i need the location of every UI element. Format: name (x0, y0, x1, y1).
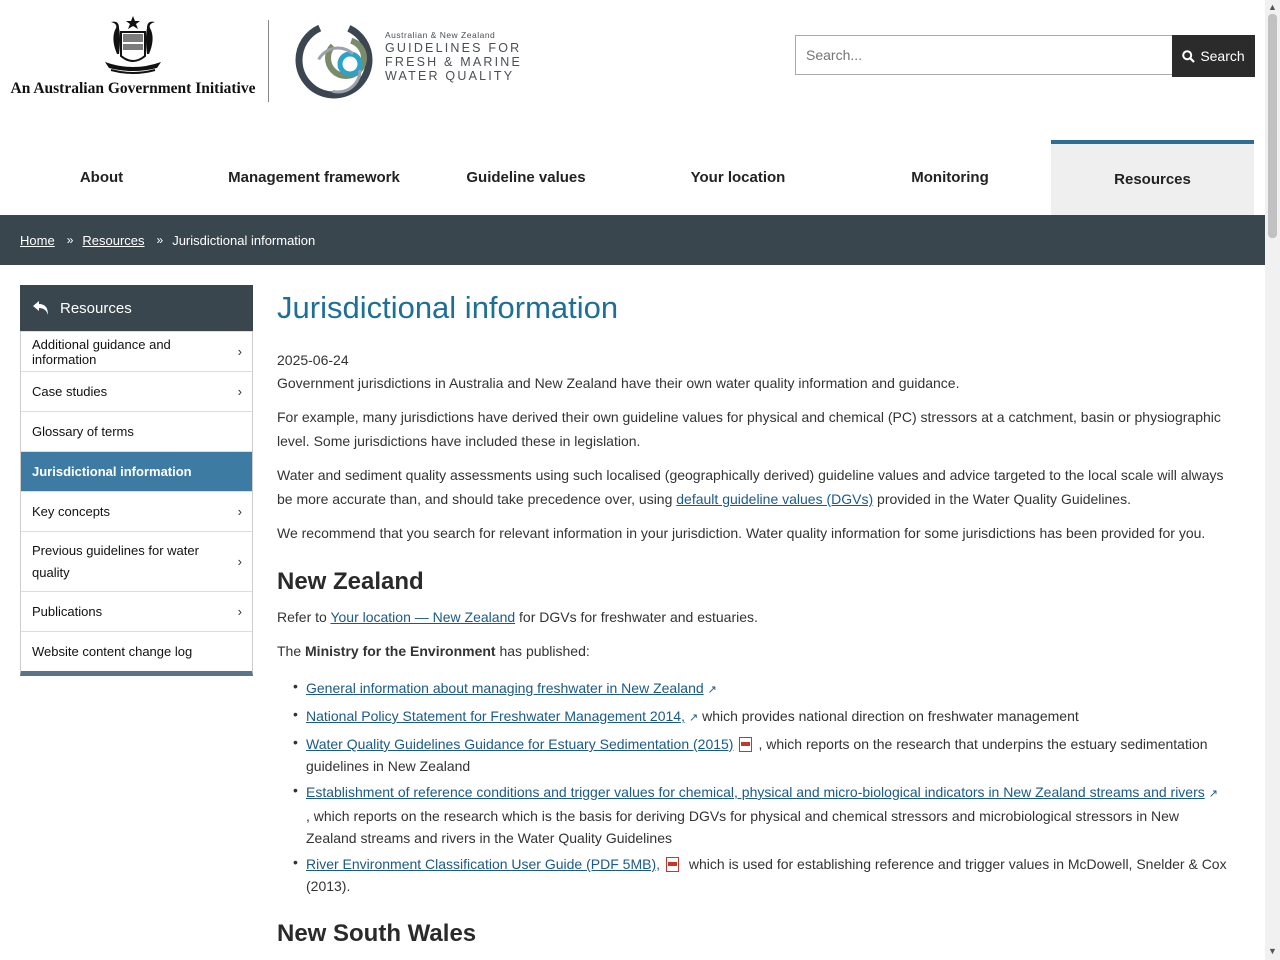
external-link-icon: ↗ (1208, 788, 1218, 800)
scroll-down-icon[interactable]: ▼ (1268, 946, 1277, 956)
text: , which reports on the research which is… (306, 808, 1180, 846)
breadcrumb: Home » Resources » Jurisdictional inform… (0, 215, 1265, 265)
search-form: Search (795, 35, 1255, 77)
list-item: General information about managing fresh… (293, 675, 1227, 701)
text: has published: (495, 643, 590, 659)
dgv-link[interactable]: default guideline values (DGVs) (676, 491, 873, 507)
sidebar-back-header[interactable]: Resources (20, 285, 253, 331)
logo-line-1: GUIDELINES FOR (385, 41, 522, 55)
header-divider (268, 20, 269, 102)
sidebar-item-label: Additional guidance and information (32, 336, 171, 367)
breadcrumb-home[interactable]: Home (20, 233, 55, 248)
search-icon (1182, 49, 1196, 63)
sidebar-item-label: Key concepts (32, 504, 111, 519)
sidebar-item-glossary[interactable]: Glossary of terms (21, 411, 252, 451)
page-scrollbar[interactable]: ▲ ▼ (1265, 0, 1280, 960)
text: The (277, 643, 306, 659)
sidebar-item-publications[interactable]: Publications › (21, 591, 252, 631)
pdf-icon (739, 737, 753, 752)
sidebar-item-case-studies[interactable]: Case studies › (21, 371, 252, 411)
search-button-label: Search (1200, 48, 1245, 64)
chevron-right-icon: › (237, 384, 242, 399)
site-header: An Australian Government Initiative Aust… (0, 0, 1265, 140)
chevron-right-icon: › (237, 344, 242, 359)
main-nav: About Management framework Guideline val… (0, 140, 1265, 215)
text: which provides national direction on fre… (698, 708, 1079, 724)
list-item: Water Quality Guidelines Guidance for Es… (293, 731, 1227, 777)
sidebar-item-label: Jurisdictional information (32, 464, 192, 479)
sidebar-item-label: Previous guidelines for water quality (32, 542, 199, 580)
logo-line-2: FRESH & MARINE (385, 55, 523, 69)
sidebar-item-jurisdictional-information[interactable]: Jurisdictional information (21, 451, 252, 491)
freshwater-info-link[interactable]: General information about managing fresh… (306, 680, 704, 696)
search-button[interactable]: Search (1172, 35, 1255, 77)
breadcrumb-separator-icon: » (66, 233, 74, 247)
sidebar-item-change-log[interactable]: Website content change log (21, 631, 252, 671)
sidebar-title: Resources (60, 299, 132, 317)
sidebar-item-key-concepts[interactable]: Key concepts › (21, 491, 252, 531)
water-quality-logo-text: Australian & New Zealand GUIDELINES FOR … (385, 30, 522, 82)
logo-line-3: WATER QUALITY (385, 69, 515, 83)
nz-ministry-paragraph: The Ministry for the Environment has pub… (277, 639, 1227, 663)
assessment-paragraph: Water and sediment quality assessments u… (277, 463, 1227, 511)
chevron-right-icon: › (237, 504, 242, 519)
nav-your-location[interactable]: Your location (627, 140, 849, 215)
sidebar-item-label: Glossary of terms (32, 424, 134, 439)
reference-conditions-link[interactable]: Establishment of reference conditions an… (306, 784, 1205, 800)
external-link-icon: ↗ (688, 712, 699, 724)
nav-monitoring[interactable]: Monitoring (849, 140, 1051, 215)
text: for DGVs for freshwater and estuaries. (515, 609, 758, 625)
ministry-name: Ministry for the Environment (305, 643, 496, 659)
sidebar-item-label: Case studies (32, 384, 108, 399)
list-item: River Environment Classification User Gu… (293, 851, 1227, 897)
page-date: 2025-06-24 (277, 352, 349, 368)
scroll-up-icon[interactable]: ▲ (1268, 2, 1277, 12)
breadcrumb-separator-icon: » (156, 233, 164, 247)
nz-refer-paragraph: Refer to Your location — New Zealand for… (277, 605, 1227, 629)
scroll-thumb[interactable] (1268, 14, 1277, 238)
search-input[interactable] (795, 35, 1173, 75)
chevron-right-icon: › (237, 604, 242, 619)
nav-about[interactable]: About (0, 140, 203, 215)
sidebar-item-previous-guidelines[interactable]: Previous guidelines for water quality › (21, 531, 252, 591)
nz-resource-list: General information about managing fresh… (277, 675, 1227, 897)
pdf-icon (666, 857, 679, 872)
river-classification-link[interactable]: River Environment Classification User Gu… (306, 856, 660, 872)
water-quality-logo-icon[interactable] (294, 20, 380, 100)
nav-guideline-values[interactable]: Guideline values (425, 140, 627, 215)
sidebar-item-label: Website content change log (32, 644, 193, 659)
coat-of-arms-icon (105, 16, 161, 74)
list-item: National Policy Statement for Freshwater… (293, 703, 1227, 729)
breadcrumb-resources[interactable]: Resources (82, 233, 144, 248)
sidebar-item-additional-guidance[interactable]: Additional guidance and information › (21, 331, 252, 371)
sidebar-list: Additional guidance and information › Ca… (20, 331, 253, 676)
recommend-paragraph: We recommend that you search for relevan… (277, 525, 1206, 541)
your-location-nz-link[interactable]: Your location — New Zealand (330, 609, 515, 625)
list-item: Establishment of reference conditions an… (293, 779, 1227, 849)
external-link-icon: ↗ (707, 684, 717, 696)
sidebar-item-label: Publications (32, 604, 103, 619)
chevron-right-icon: › (237, 553, 242, 569)
sidebar: Resources Additional guidance and inform… (20, 285, 253, 676)
gov-initiative-text: An Australian Government Initiative (10, 80, 256, 97)
text: provided in the Water Quality Guidelines… (873, 491, 1131, 507)
gov-logo[interactable]: An Australian Government Initiative (10, 14, 256, 98)
example-paragraph: For example, many jurisdictions have der… (277, 409, 1221, 449)
logo-small-text: Australian & New Zealand (385, 30, 496, 40)
nav-management-framework[interactable]: Management framework (203, 140, 425, 215)
nps-freshwater-link[interactable]: National Policy Statement for Freshwater… (306, 708, 685, 724)
nz-heading: New Zealand (277, 568, 424, 595)
nsw-heading: New South Wales (277, 920, 477, 947)
intro-paragraph: Government jurisdictions in Australia an… (277, 375, 960, 391)
page-title: Jurisdictional information (277, 290, 619, 325)
text: Refer to (277, 609, 331, 625)
back-arrow-icon (33, 301, 48, 315)
breadcrumb-current: Jurisdictional information (172, 232, 316, 248)
nav-resources[interactable]: Resources (1051, 140, 1254, 215)
estuary-sedimentation-link[interactable]: Water Quality Guidelines Guidance for Es… (306, 736, 733, 752)
main-content: Jurisdictional information 2025-06-24 Go… (277, 285, 1227, 957)
